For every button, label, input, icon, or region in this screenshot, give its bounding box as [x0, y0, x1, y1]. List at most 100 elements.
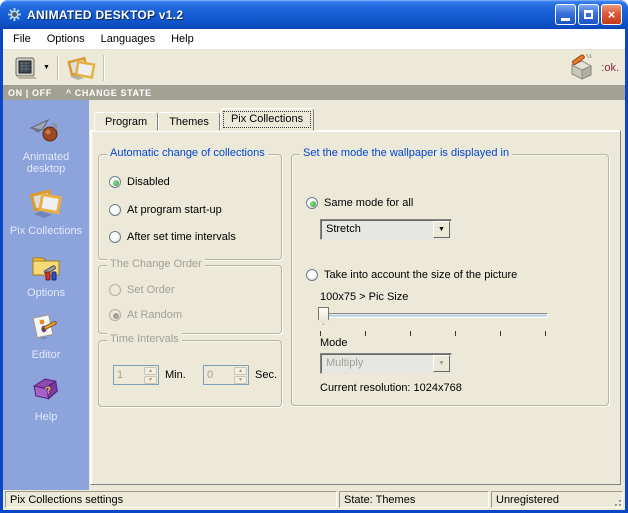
radio-time-intervals[interactable]: After set time intervals: [109, 231, 236, 243]
editor-icon: [32, 314, 57, 340]
minutes-label: Min.: [165, 369, 186, 381]
stretch-mode-select[interactable]: Stretch ▼: [320, 219, 452, 240]
mode-label: Mode: [320, 337, 348, 349]
status-bar: Pix Collections settings State: Themes U…: [3, 490, 625, 510]
group-title: The Change Order: [107, 258, 205, 270]
content-area: Program Themes Pix Collections Automatic…: [89, 100, 625, 490]
minutes-stepper: 1 ▲ ▼: [113, 365, 159, 385]
close-button[interactable]: ×: [601, 4, 622, 25]
change-order-group: The Change Order Set Order At Random: [98, 258, 282, 334]
pic-size-label: 100x75 > Pic Size: [320, 291, 409, 303]
sidebar: Animated desktop Pix Collections Options…: [3, 100, 89, 490]
maximize-icon: [584, 10, 593, 19]
radio-disabled[interactable]: Disabled: [109, 176, 170, 188]
help-icon: ?: [32, 378, 58, 400]
picture-frames-icon: [67, 56, 96, 80]
title-bar[interactable]: ANIMATED DESKTOP v1.2 ×: [0, 0, 628, 29]
on-off-label[interactable]: ON | OFF: [8, 88, 52, 98]
sidebar-item-label: Options: [27, 287, 65, 299]
seconds-stepper: 0 ▲ ▼: [203, 365, 249, 385]
menu-options[interactable]: Options: [39, 30, 93, 48]
radio-button-icon: [306, 269, 318, 281]
display-mode-group: Set the mode the wallpaper is displayed …: [291, 147, 609, 406]
menu-languages[interactable]: Languages: [93, 30, 163, 48]
radio-at-random: At Random: [109, 309, 182, 321]
radio-button-icon: [109, 284, 121, 296]
maximize-button[interactable]: [578, 4, 599, 25]
tab-strip: Program Themes Pix Collections: [90, 107, 621, 131]
pix-collections-icon: [29, 189, 62, 218]
spin-up-icon: ▲: [144, 367, 157, 375]
selected-mode: Stretch: [326, 223, 361, 235]
slider-thumb[interactable]: [318, 307, 329, 325]
desktop-toggle-button[interactable]: ▼: [9, 52, 52, 84]
sidebar-item-editor[interactable]: Editor: [6, 310, 86, 361]
resize-grip[interactable]: [611, 496, 621, 506]
window-title: ANIMATED DESKTOP v1.2: [27, 7, 184, 22]
status-box-icon: [571, 53, 593, 80]
spin-down-icon: ▼: [144, 376, 157, 384]
slider-ticks: [320, 331, 546, 336]
time-intervals-group: Time Intervals 1 ▲ ▼ Min. 0 ▲ ▼ Sec.: [98, 333, 282, 407]
multiply-mode-select: Multiply ▼: [320, 353, 452, 374]
tab-themes[interactable]: Themes: [158, 112, 220, 131]
combo-arrow-icon[interactable]: ▼: [433, 221, 450, 238]
auto-change-group: Automatic change of collections Disabled…: [98, 147, 282, 260]
status-section-registration: Unregistered: [491, 491, 623, 508]
minimize-icon: [561, 18, 570, 21]
pic-size-slider[interactable]: [318, 307, 548, 336]
status-ok-text: :ok.: [601, 61, 619, 74]
radio-button-icon: [306, 197, 318, 209]
menu-file[interactable]: File: [5, 30, 39, 48]
seconds-label: Sec.: [255, 369, 278, 381]
radio-button-icon: [109, 204, 121, 216]
pix-collections-tab-panel: Automatic change of collections Disabled…: [90, 130, 621, 485]
radio-button-icon: [109, 176, 121, 188]
pix-collections-button[interactable]: [64, 52, 98, 84]
radio-button-icon: [109, 231, 121, 243]
spin-down-icon: ▼: [234, 376, 247, 384]
sidebar-item-help[interactable]: ? Help: [6, 372, 86, 423]
minimize-button[interactable]: [555, 4, 576, 25]
chevron-down-icon: ▼: [43, 64, 50, 71]
sidebar-item-pix-collections[interactable]: Pix Collections: [6, 186, 86, 237]
toolbar-separator: [102, 54, 105, 81]
menu-bar: File Options Languages Help: [3, 29, 625, 50]
group-title: Automatic change of collections: [107, 147, 268, 159]
toolbar: ▼ :ok.: [3, 50, 625, 85]
combo-arrow-icon: ▼: [433, 355, 450, 372]
radio-picture-size[interactable]: Take into account the size of the pictur…: [306, 269, 517, 281]
status-section-settings: Pix Collections settings: [5, 491, 337, 508]
sidebar-item-label: Pix Collections: [9, 225, 83, 237]
tab-pix-collections[interactable]: Pix Collections: [219, 108, 315, 131]
state-strip: ON | OFF ^ CHANGE STATE: [3, 85, 625, 100]
sidebar-item-label: Animated desktop: [22, 151, 70, 175]
minutes-value: 1: [117, 369, 124, 381]
radio-button-icon: [109, 309, 121, 321]
app-logo-icon: [8, 8, 21, 21]
options-icon: [32, 257, 60, 281]
radio-set-order: Set Order: [109, 284, 175, 296]
tab-program[interactable]: Program: [94, 112, 159, 131]
status-section-state: State: Themes: [339, 491, 489, 508]
app-window: ANIMATED DESKTOP v1.2 × File Options Lan…: [0, 0, 628, 513]
group-title: Set the mode the wallpaper is displayed …: [300, 147, 513, 159]
menu-help[interactable]: Help: [163, 30, 202, 48]
resolution-label: Current resolution: 1024x768: [320, 382, 462, 394]
toolbar-separator: [56, 54, 59, 81]
slider-track[interactable]: [318, 313, 548, 318]
sidebar-item-options[interactable]: Options: [6, 248, 86, 299]
monitor-cube-icon: [15, 57, 37, 79]
group-title: Time Intervals: [107, 333, 182, 345]
radio-same-mode[interactable]: Same mode for all: [306, 197, 413, 209]
close-icon: ×: [607, 7, 616, 22]
sidebar-item-label: Editor: [31, 349, 61, 361]
radio-at-startup[interactable]: At program start-up: [109, 204, 222, 216]
spin-up-icon: ▲: [234, 367, 247, 375]
change-state-label[interactable]: ^ CHANGE STATE: [66, 88, 152, 98]
selected-mode: Multiply: [326, 357, 364, 369]
sidebar-item-animated-desktop[interactable]: Animated desktop: [6, 112, 86, 175]
seconds-value: 0: [207, 369, 214, 381]
animated-desktop-icon: [29, 118, 58, 142]
sidebar-item-label: Help: [34, 411, 58, 423]
